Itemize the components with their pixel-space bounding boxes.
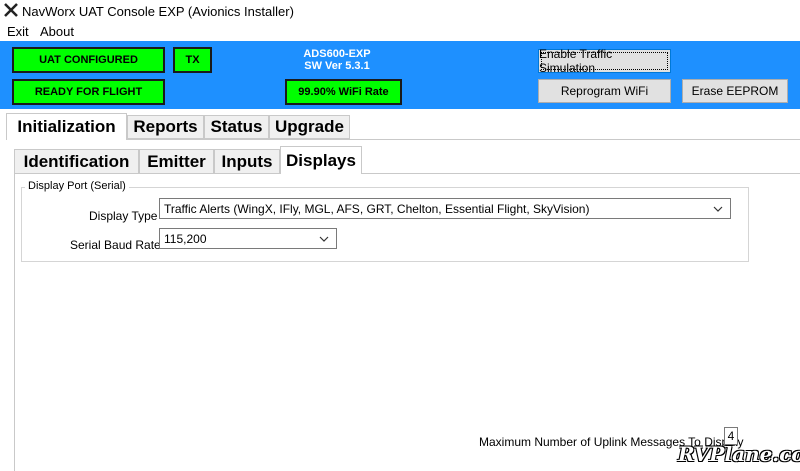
tab-status[interactable]: Status [204,115,269,139]
tab-displays[interactable]: Displays [280,146,362,174]
chevron-down-icon [713,206,723,212]
title-bar: NavWorx UAT Console EXP (Avionics Instal… [0,0,800,22]
status-bar: UAT CONFIGURED TX READY FOR FLIGHT ADS60… [0,41,800,109]
tab-initialization[interactable]: Initialization [6,113,127,140]
tab-emitter[interactable]: Emitter [139,149,214,174]
wifi-rate-indicator: 99.90% WiFi Rate [285,79,402,105]
display-type-select[interactable]: Traffic Alerts (WingX, IFly, MGL, AFS, G… [159,198,731,219]
watermark-logo: RVPlane.com [678,442,800,466]
software-version: SW Ver 5.3.1 [304,60,370,72]
tx-indicator: TX [173,47,212,73]
display-port-legend: Display Port (Serial) [25,180,129,192]
enable-traffic-simulation-button[interactable]: Enable Traffic Simulation [538,47,671,75]
tab-reports[interactable]: Reports [127,115,204,139]
chevron-down-icon [319,236,329,242]
x-close-icon [4,3,18,17]
model-name: ADS600-EXP [303,48,371,60]
ready-for-flight-indicator: READY FOR FLIGHT [12,79,165,105]
display-type-label: Display Type [89,209,158,223]
menu-exit[interactable]: Exit [7,24,29,39]
menu-bar: Exit About [0,22,800,41]
window-title: NavWorx UAT Console EXP (Avionics Instal… [22,4,294,19]
display-type-value: Traffic Alerts (WingX, IFly, MGL, AFS, G… [164,201,590,216]
uat-configured-indicator: UAT CONFIGURED [12,47,165,73]
tab-upgrade[interactable]: Upgrade [269,115,350,139]
menu-about[interactable]: About [40,24,74,39]
baud-rate-label: Serial Baud Rate [70,238,161,252]
tab-inputs[interactable]: Inputs [214,149,280,174]
erase-eeprom-button[interactable]: Erase EEPROM [682,79,788,103]
tab-identification[interactable]: Identification [14,149,139,174]
reprogram-wifi-button[interactable]: Reprogram WiFi [538,79,671,103]
baud-rate-value: 115,200 [164,231,207,246]
model-info: ADS600-EXP SW Ver 5.3.1 [278,48,396,72]
baud-rate-select[interactable]: 115,200 [159,228,337,249]
